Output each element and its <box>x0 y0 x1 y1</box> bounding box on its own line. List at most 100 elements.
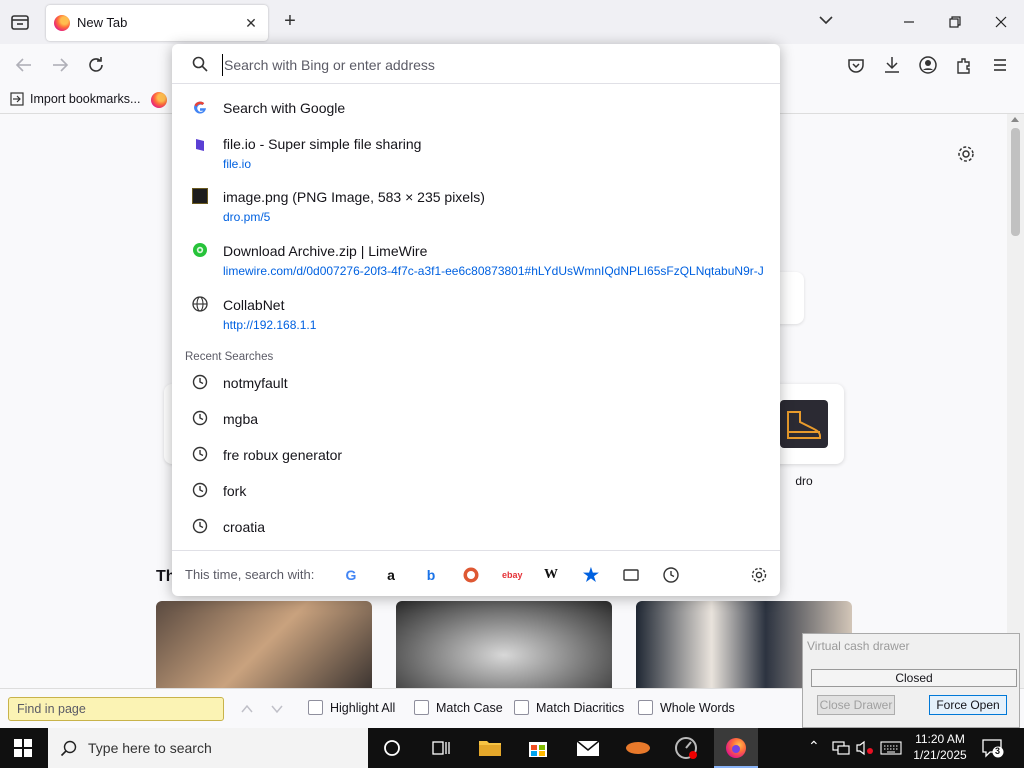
tabs-icon[interactable] <box>622 566 640 584</box>
search-with-google-label: Search with Google <box>223 100 346 116</box>
app-orange-icon[interactable] <box>616 728 660 768</box>
suggestion-title: CollabNet <box>223 297 285 313</box>
taskbar-clock[interactable]: 11:20 AM 1/21/2025 <box>908 731 972 763</box>
network-icon[interactable] <box>832 740 850 756</box>
search-with-google-row[interactable]: Search with Google <box>172 88 780 128</box>
force-open-button[interactable]: Force Open <box>929 695 1007 715</box>
firefox-bookmark-icon[interactable] <box>151 92 167 108</box>
task-view-icon[interactable] <box>418 728 462 768</box>
image-thumbnail-icon <box>192 188 208 204</box>
recent-search-row[interactable]: fork <box>172 474 780 508</box>
taskbar: Type here to search ⌃ 11:20 AM 1/21/2025… <box>0 728 1024 768</box>
find-previous-icon[interactable] <box>240 702 254 716</box>
notification-center-icon[interactable]: 3 <box>982 738 1004 758</box>
google-icon <box>192 100 208 116</box>
tab-strip: New Tab ✕ + <box>0 0 1024 44</box>
urlbar-input-row <box>172 44 780 84</box>
reload-icon[interactable] <box>86 55 106 75</box>
cash-drawer-title: Virtual cash drawer <box>807 639 910 653</box>
back-arrow-icon[interactable] <box>14 55 34 75</box>
search-settings-gear-icon[interactable] <box>750 566 768 584</box>
clock-icon <box>192 518 208 534</box>
microsoft-store-icon[interactable] <box>516 728 560 768</box>
close-drawer-button[interactable]: Close Drawer <box>817 695 895 715</box>
suggestion-row[interactable]: file.io - Super simple file sharing file… <box>172 130 780 180</box>
extensions-icon[interactable] <box>954 55 974 75</box>
recent-search-row[interactable]: fre robux generator <box>172 438 780 472</box>
google-icon[interactable]: G <box>342 566 360 584</box>
checkbox-label: Match Case <box>436 700 503 715</box>
highlight-all-checkbox[interactable]: Highlight All <box>308 700 395 715</box>
close-tab-icon[interactable]: ✕ <box>242 14 260 32</box>
find-input[interactable] <box>8 697 224 721</box>
search-icon <box>60 740 77 757</box>
chevron-up-icon[interactable]: ⌃ <box>808 738 820 755</box>
recent-search-label: fork <box>223 483 247 499</box>
story-image[interactable] <box>396 601 612 688</box>
volume-muted-icon[interactable] <box>856 740 874 756</box>
pocket-icon[interactable] <box>846 55 866 75</box>
recent-search-row[interactable]: notmyfault <box>172 366 780 400</box>
recent-search-row[interactable]: croatia <box>172 510 780 544</box>
bing-icon[interactable]: b <box>422 566 440 584</box>
restore-window-button[interactable] <box>940 8 970 36</box>
scroll-up-icon[interactable] <box>1011 117 1019 122</box>
taskbar-search-text: Type here to search <box>88 740 212 756</box>
tab-new-tab[interactable]: New Tab ✕ <box>46 5 268 41</box>
import-bookmarks-button[interactable]: Import bookmarks... <box>10 92 140 106</box>
notification-count: 3 <box>995 746 1001 756</box>
one-off-search-bar: This time, search with: G a b ebay W ★ <box>172 550 780 596</box>
suggestion-url: http://192.168.1.1 <box>223 318 317 332</box>
page-scrollbar[interactable] <box>1007 114 1024 688</box>
suggestion-row[interactable]: Download Archive.zip | LimeWire limewire… <box>172 236 780 288</box>
import-icon <box>10 92 24 106</box>
find-next-icon[interactable] <box>270 702 284 716</box>
downloads-icon[interactable] <box>882 55 902 75</box>
urlbar-input[interactable] <box>222 54 762 76</box>
ebay-icon[interactable]: ebay <box>502 566 523 584</box>
cortana-icon[interactable] <box>370 728 414 768</box>
match-case-checkbox[interactable]: Match Case <box>414 700 503 715</box>
checkbox-box[interactable] <box>638 700 653 715</box>
new-tab-button[interactable]: + <box>280 11 300 31</box>
one-off-label: This time, search with: <box>185 567 315 582</box>
limewire-icon <box>192 242 208 258</box>
recent-search-row[interactable]: mgba <box>172 402 780 436</box>
suggestion-row[interactable]: CollabNet http://192.168.1.1 <box>172 290 780 342</box>
bookmarks-icon[interactable]: ★ <box>582 566 600 584</box>
recent-search-label: notmyfault <box>223 375 288 391</box>
story-image[interactable] <box>156 601 372 688</box>
clock-icon <box>192 446 208 462</box>
close-window-button[interactable] <box>986 8 1016 36</box>
history-icon[interactable] <box>662 566 680 584</box>
speedometer-app-icon[interactable] <box>664 728 708 768</box>
minimize-window-button[interactable] <box>894 8 924 36</box>
windows-start-icon[interactable] <box>14 739 32 757</box>
cash-drawer-status: Closed <box>811 669 1017 687</box>
match-diacritics-checkbox[interactable]: Match Diacritics <box>514 700 624 715</box>
chevron-down-icon[interactable] <box>818 12 834 28</box>
fileio-icon <box>192 137 208 153</box>
checkbox-box[interactable] <box>308 700 323 715</box>
forward-arrow-icon[interactable] <box>50 55 70 75</box>
suggestion-row[interactable]: image.png (PNG Image, 583 × 235 pixels) … <box>172 182 780 234</box>
mail-icon[interactable] <box>566 728 610 768</box>
checkbox-box[interactable] <box>514 700 529 715</box>
clock-icon <box>192 482 208 498</box>
duckduckgo-icon[interactable] <box>462 566 480 584</box>
urlbar-popup: Search with Google file.io - Super simpl… <box>172 44 780 596</box>
keyboard-icon[interactable] <box>880 741 902 755</box>
account-icon[interactable] <box>918 55 938 75</box>
gear-icon[interactable] <box>956 144 976 164</box>
taskbar-search-box[interactable]: Type here to search <box>48 728 368 768</box>
scrollbar-thumb[interactable] <box>1011 128 1020 236</box>
amazon-icon[interactable]: a <box>382 566 400 584</box>
search-icon <box>192 56 208 72</box>
menu-icon[interactable] <box>990 55 1010 75</box>
checkbox-box[interactable] <box>414 700 429 715</box>
wikipedia-icon[interactable]: W <box>542 566 560 584</box>
firefox-taskbar-icon[interactable] <box>714 728 758 768</box>
file-explorer-icon[interactable] <box>468 728 512 768</box>
whole-words-checkbox[interactable]: Whole Words <box>638 700 735 715</box>
firefox-view-icon[interactable] <box>8 10 32 34</box>
